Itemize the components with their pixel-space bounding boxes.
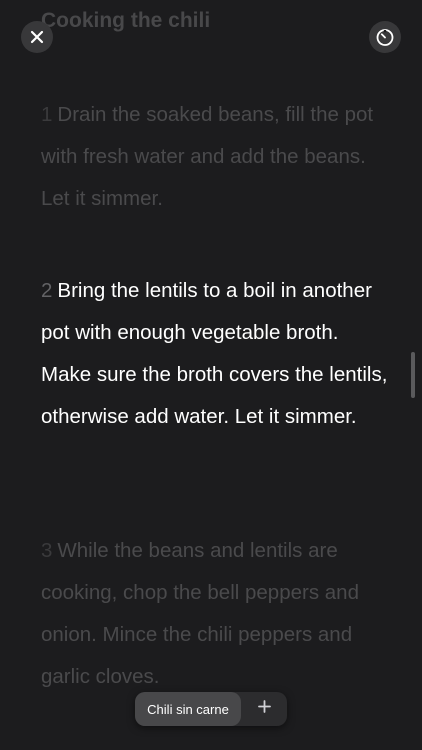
cooking-mode-screen: Cooking the chili 1 Drain the soaked bean… bbox=[0, 0, 422, 750]
step-2: 2 Bring the lentils to a boil in another … bbox=[41, 270, 391, 438]
step-text: Drain the soaked beans, fill the pot wit… bbox=[41, 103, 374, 210]
recipe-chip[interactable]: Chili sin carne bbox=[135, 692, 241, 726]
recipe-bar: Chili sin carne bbox=[135, 692, 287, 726]
step-number: 2 bbox=[41, 279, 53, 302]
step-3: 3 While the beans and lentils are cooking… bbox=[41, 530, 391, 698]
step-number: 1 bbox=[41, 103, 53, 126]
scroll-indicator[interactable] bbox=[411, 352, 415, 398]
plus-icon bbox=[257, 700, 271, 718]
close-icon bbox=[30, 30, 44, 44]
timer-button[interactable] bbox=[369, 21, 401, 53]
add-recipe-button[interactable] bbox=[241, 692, 287, 726]
step-1: 1 Drain the soaked beans, fill the pot wi… bbox=[41, 94, 391, 220]
step-text: Bring the lentils to a boil in another p… bbox=[41, 279, 388, 428]
recipe-label: Chili sin carne bbox=[147, 701, 229, 717]
timer-icon bbox=[375, 27, 395, 47]
close-button[interactable] bbox=[21, 21, 53, 53]
step-text: While the beans and lentils are cooking,… bbox=[41, 539, 359, 688]
section-title: Cooking the chili bbox=[41, 9, 211, 32]
step-number: 3 bbox=[41, 539, 53, 562]
